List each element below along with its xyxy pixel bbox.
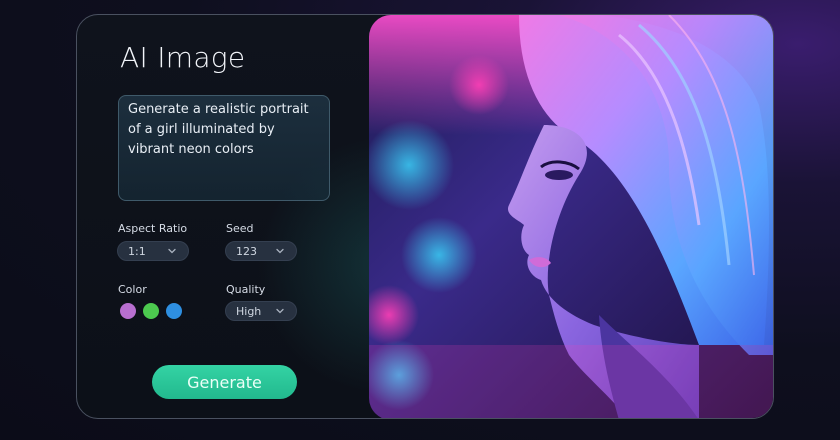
neon-portrait-image — [369, 15, 773, 418]
color-swatch-green[interactable] — [143, 303, 159, 319]
quality-select[interactable]: High — [225, 301, 297, 321]
color-swatch-purple[interactable] — [120, 303, 136, 319]
quality-label: Quality — [226, 283, 266, 296]
chevron-down-icon — [168, 248, 176, 254]
chevron-down-icon — [276, 308, 284, 314]
aspect-ratio-select[interactable]: 1:1 — [117, 241, 189, 261]
generate-button[interactable]: Generate — [152, 365, 297, 399]
generated-image-preview — [369, 15, 773, 418]
seed-select[interactable]: 123 — [225, 241, 297, 261]
color-label: Color — [118, 283, 147, 296]
generator-card: AI Image Generate a realistic portrait o… — [76, 14, 774, 419]
color-swatch-blue[interactable] — [166, 303, 182, 319]
quality-value: High — [236, 304, 262, 318]
prompt-textarea[interactable]: Generate a realistic portrait of a girl … — [118, 95, 330, 201]
seed-label: Seed — [226, 222, 254, 235]
aspect-ratio-label: Aspect Ratio — [118, 222, 188, 235]
page-title: AI Image — [120, 41, 246, 74]
chevron-down-icon — [276, 248, 284, 254]
aspect-ratio-value: 1:1 — [128, 244, 146, 258]
seed-value: 123 — [236, 244, 257, 258]
